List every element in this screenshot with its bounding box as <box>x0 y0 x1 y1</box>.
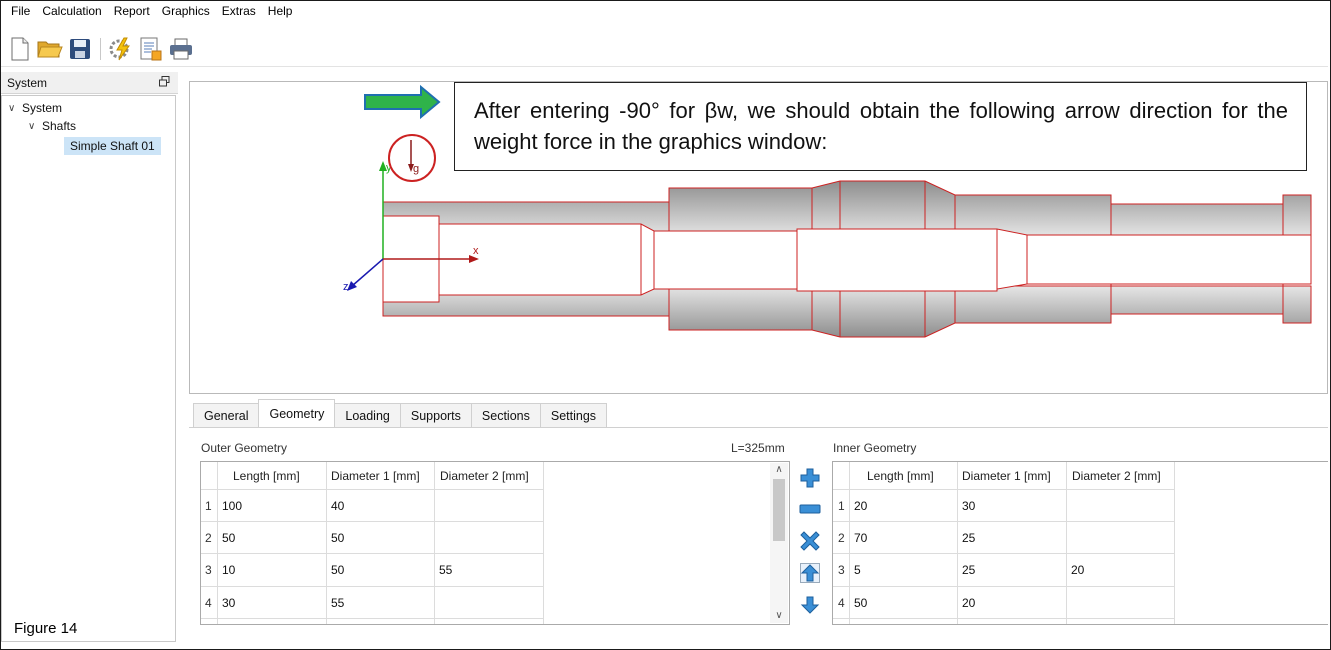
add-row-icon <box>800 468 820 488</box>
remove-row-button[interactable] <box>797 497 823 521</box>
tree-item-system[interactable]: ∨ System <box>8 99 62 117</box>
chevron-up-icon[interactable]: ∧ <box>770 463 788 477</box>
total-length: L=325mm <box>731 441 785 455</box>
system-tree: ∨ System ∨ Shafts Simple Shaft 01 <box>1 95 176 642</box>
column-header[interactable]: Diameter 1 [mm] <box>331 462 420 490</box>
undock-icon[interactable] <box>159 75 170 90</box>
move-up-icon <box>800 563 820 583</box>
row-number: 2 <box>838 531 845 545</box>
system-panel-title: System <box>7 75 48 90</box>
menu-graphics[interactable]: Graphics <box>156 4 216 18</box>
new-file-icon[interactable] <box>7 36 33 62</box>
inner-geometry-table: Length [mm] Diameter 1 [mm] Diameter 2 [… <box>832 461 1328 625</box>
chevron-down-icon[interactable]: ∨ <box>8 103 22 114</box>
add-row-button[interactable] <box>797 466 823 490</box>
cell-length[interactable]: 50 <box>222 531 235 545</box>
tab-pane-border <box>189 427 1328 428</box>
tree-item-shafts[interactable]: ∨ Shafts <box>28 117 76 135</box>
cell-diameter-2[interactable]: 20 <box>1071 563 1084 577</box>
row-number: 1 <box>838 499 845 513</box>
toolbar-separator <box>100 38 101 60</box>
cell-diameter-1[interactable]: 55 <box>331 596 344 610</box>
figure-caption: Figure 14 <box>14 620 78 637</box>
tab-sections[interactable]: Sections <box>470 403 541 427</box>
cell-length[interactable]: 20 <box>854 499 867 513</box>
clear-icon <box>800 531 820 551</box>
menu-bar: File Calculation Report Graphics Extras … <box>1 1 1328 21</box>
chevron-down-icon[interactable]: ∨ <box>28 121 42 132</box>
axis-x-label: x <box>473 245 479 257</box>
axis-z-label: z <box>343 281 349 293</box>
shaft-drawing <box>382 180 1312 338</box>
column-header[interactable]: Diameter 2 [mm] <box>440 462 529 490</box>
cell-diameter-1[interactable]: 20 <box>962 596 975 610</box>
tree-item-simple-shaft[interactable]: Simple Shaft 01 <box>64 137 161 155</box>
tree-item-label: System <box>22 101 63 115</box>
menu-report[interactable]: Report <box>108 4 156 18</box>
inner-geometry-title: Inner Geometry <box>833 441 917 455</box>
cell-length[interactable]: 50 <box>854 596 867 610</box>
scrollbar-thumb[interactable] <box>773 479 785 541</box>
chevron-down-icon[interactable]: ∨ <box>770 609 788 623</box>
cell-length[interactable]: 100 <box>222 499 242 513</box>
toolbar-divider <box>1 66 1328 67</box>
move-up-button[interactable] <box>797 561 823 585</box>
annotation-callout: After entering -90° for βw, we should ob… <box>454 82 1307 171</box>
green-arrow-icon <box>364 84 441 120</box>
toolbar <box>1 32 1328 66</box>
outer-table-scrollbar[interactable]: ∧ ∨ <box>770 463 788 623</box>
tree-item-label: Simple Shaft 01 <box>70 139 155 153</box>
column-header[interactable]: Diameter 2 [mm] <box>1072 462 1161 490</box>
cell-diameter-1[interactable]: 50 <box>331 531 344 545</box>
cell-diameter-1[interactable]: 25 <box>962 563 975 577</box>
cell-diameter-1[interactable]: 30 <box>962 499 975 513</box>
column-header[interactable]: Length [mm] <box>233 462 300 490</box>
print-icon[interactable] <box>168 36 194 62</box>
cell-length[interactable]: 30 <box>222 596 235 610</box>
move-down-icon <box>800 596 820 614</box>
row-number: 3 <box>838 563 845 577</box>
tab-supports[interactable]: Supports <box>399 403 472 427</box>
system-panel-header: System <box>1 72 178 94</box>
tab-geometry[interactable]: Geometry <box>258 399 336 427</box>
weight-force-icon <box>388 134 436 182</box>
cell-length[interactable]: 70 <box>854 531 867 545</box>
cell-diameter-2[interactable]: 55 <box>439 563 452 577</box>
menu-help[interactable]: Help <box>262 4 299 18</box>
column-header[interactable]: Length [mm] <box>867 462 934 490</box>
row-number: 4 <box>205 596 212 610</box>
cell-diameter-1[interactable]: 25 <box>962 531 975 545</box>
outer-geometry-title: Outer Geometry <box>201 441 288 455</box>
move-down-button[interactable] <box>797 593 823 617</box>
remove-row-icon <box>799 504 821 514</box>
menu-extras[interactable]: Extras <box>216 4 262 18</box>
cell-diameter-1[interactable]: 40 <box>331 499 344 513</box>
row-number: 4 <box>838 596 845 610</box>
open-folder-icon[interactable] <box>37 36 63 62</box>
menu-file[interactable]: File <box>1 4 36 18</box>
calculate-icon[interactable] <box>108 36 134 62</box>
clear-button[interactable] <box>797 529 823 553</box>
save-icon[interactable] <box>67 36 93 62</box>
column-header[interactable]: Diameter 1 [mm] <box>962 462 1051 490</box>
report-icon[interactable] <box>138 36 164 62</box>
tab-loading[interactable]: Loading <box>334 403 401 427</box>
tree-item-label: Shafts <box>42 119 77 133</box>
cell-length[interactable]: 5 <box>854 563 861 577</box>
cell-diameter-1[interactable]: 50 <box>331 563 344 577</box>
row-number: 3 <box>205 563 212 577</box>
weight-label: g <box>413 163 419 175</box>
tab-general[interactable]: General <box>193 403 260 427</box>
outer-geometry-table: Length [mm] Diameter 1 [mm] Diameter 2 [… <box>200 461 790 625</box>
row-number: 2 <box>205 531 212 545</box>
row-number: 1 <box>205 499 212 513</box>
tab-settings[interactable]: Settings <box>539 403 608 427</box>
cell-length[interactable]: 10 <box>222 563 235 577</box>
property-tabs: General Geometry Loading Supports Sectio… <box>193 399 608 427</box>
menu-calculation[interactable]: Calculation <box>36 4 107 18</box>
